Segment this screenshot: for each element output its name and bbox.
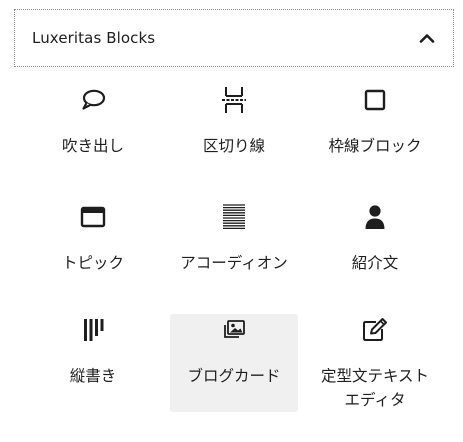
blog-card-images-icon (218, 314, 250, 346)
block-label: 枠線ブロック (328, 137, 422, 155)
vertical-writing-icon (77, 314, 109, 346)
block-label: アコーディオン (180, 254, 288, 272)
block-label: 紹介文 (351, 254, 399, 272)
block-label: 吹き出し (61, 137, 124, 155)
block-item-kugirisen[interactable]: 区切り線 (170, 84, 298, 188)
block-label: 区切り線 (202, 137, 265, 155)
block-item-accordion[interactable]: アコーディオン (170, 201, 298, 305)
edit-pencil-square-icon (359, 314, 391, 346)
block-item-teikeibun-editor[interactable]: 定型文テキスト エディタ (311, 314, 439, 434)
speech-bubble-icon (77, 84, 109, 116)
block-item-wakusen[interactable]: 枠線ブロック (311, 84, 439, 188)
accordion-lines-icon (218, 201, 250, 233)
block-label: 定型文テキスト エディタ (320, 367, 430, 409)
block-item-fukidashi[interactable]: 吹き出し (29, 84, 157, 188)
block-label: トピック (61, 254, 124, 272)
person-icon (359, 201, 391, 233)
block-item-shokaibun[interactable]: 紹介文 (311, 201, 439, 305)
bordered-square-icon (359, 84, 391, 116)
block-item-tategaki[interactable]: 縦書き (29, 314, 157, 424)
block-grid: 吹き出し 区切り線 枠線ブロック トピック アコーディオン 紹介文 縦書き ブロ… (0, 0, 463, 442)
topic-window-icon (77, 201, 109, 233)
block-label: ブログカード (187, 367, 281, 385)
separator-icon (218, 84, 250, 116)
block-item-topic[interactable]: トピック (29, 201, 157, 305)
block-label: 縦書き (69, 367, 117, 385)
block-item-blogcard[interactable]: ブログカード (170, 314, 298, 412)
